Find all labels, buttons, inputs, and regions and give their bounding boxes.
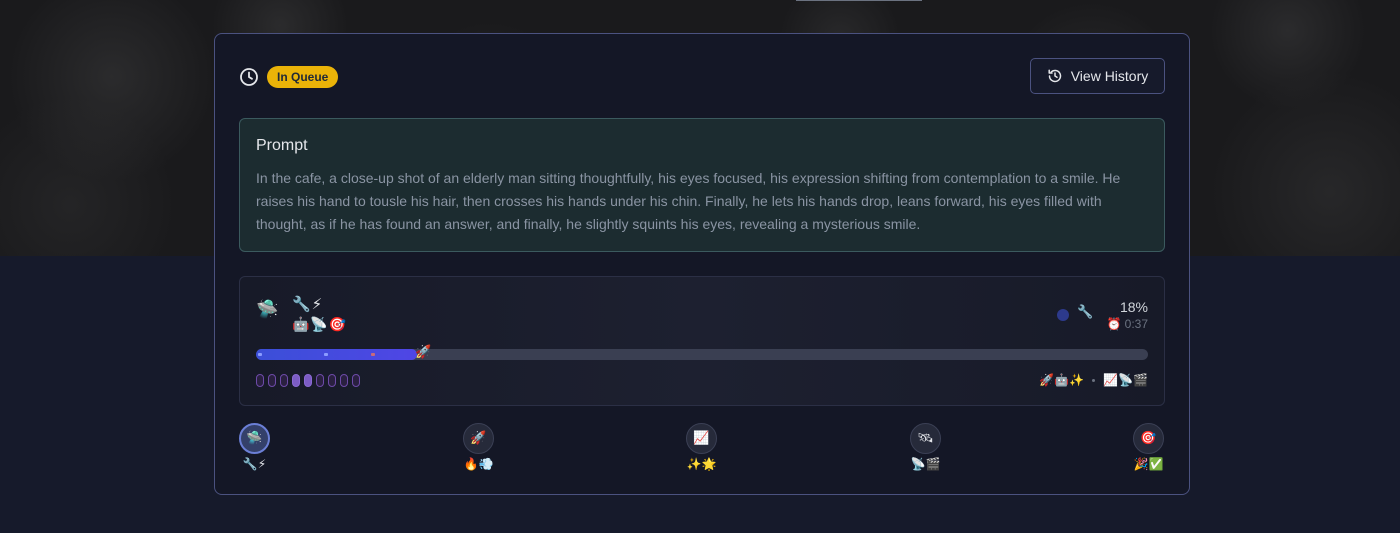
fill-spark: [324, 353, 328, 356]
stage-pill: [340, 374, 348, 387]
upcoming-icons-a: 🚀🤖✨: [1039, 373, 1085, 387]
wrench-icon: 🔧: [1077, 305, 1094, 320]
stage-step-icon: 🚀: [463, 423, 494, 454]
tools-icons-secondary: 🤖📡🎯: [292, 317, 348, 333]
activity-dot: [1057, 309, 1069, 321]
fill-spark: [258, 353, 262, 356]
prompt-box: Prompt In the cafe, a close-up shot of a…: [239, 118, 1165, 252]
stage-step[interactable]: 🛸 🔧⚡: [239, 423, 270, 471]
status-row: In Queue: [239, 65, 339, 89]
separator-dot: [1092, 378, 1096, 382]
stage-step-sub-icons: ✨🌟: [686, 457, 717, 471]
stage-step-icon: 📈: [686, 423, 717, 454]
stage-step-sub-icons: 🎉✅: [1133, 457, 1164, 471]
status-badge: In Queue: [267, 66, 339, 88]
stage-pill: [316, 374, 324, 387]
stage-pill: [304, 374, 312, 387]
stage-pill: [280, 374, 288, 387]
stage-step[interactable]: 🎯 🎉✅: [1133, 423, 1164, 471]
stage-step-sub-icons: 📡🎬: [910, 457, 941, 471]
tools-icons-primary: 🔧⚡: [292, 295, 324, 313]
clock-icon: [239, 67, 259, 87]
generation-card: In Queue View History Prompt In the cafe…: [214, 33, 1190, 495]
history-icon: [1047, 68, 1063, 84]
prompt-text: In the cafe, a close-up shot of an elder…: [256, 170, 1121, 232]
progress-panel: 🛸 🔧⚡ 🤖📡🎯 🔧 18% ⏰ 0:37 🚀 🚀🤖✨ 📈📡🎬: [239, 276, 1165, 406]
fill-spark: [371, 353, 375, 356]
elapsed-time: ⏰ 0:37: [1107, 317, 1148, 331]
stage-pill: [292, 374, 300, 387]
stage-step[interactable]: 🛰 📡🎬: [910, 423, 941, 471]
stage-pill: [256, 374, 264, 387]
stage-step[interactable]: 📈 ✨🌟: [686, 423, 717, 471]
stage-steps: 🛸 🔧⚡ 🚀 🔥💨 📈 ✨🌟 🛰 📡🎬 🎯 🎉✅: [239, 423, 1165, 473]
stage-step-sub-icons: 🔥💨: [463, 457, 494, 471]
prompt-title: Prompt: [256, 137, 308, 154]
view-history-button[interactable]: View History: [1030, 58, 1165, 94]
stage-pill: [268, 374, 276, 387]
upcoming-icons-b: 📈📡🎬: [1103, 373, 1148, 387]
view-history-label: View History: [1070, 68, 1149, 84]
rocket-marker-icon: 🚀: [415, 345, 432, 360]
stage-pill: [352, 374, 360, 387]
alarm-clock-icon: ⏰: [1106, 317, 1122, 331]
top-tab-indicator: [796, 0, 922, 1]
stage-step-icon: 🛰: [910, 423, 941, 454]
progress-track: 🚀: [256, 345, 1148, 360]
stage-step-icon: 🎯: [1133, 423, 1164, 454]
stage-pill: [328, 374, 336, 387]
elapsed-time-label: 0:37: [1124, 317, 1148, 331]
progress-fill: [256, 349, 417, 360]
stage-pills: [256, 374, 360, 387]
upcoming-icons: 🚀🤖✨ 📈📡🎬: [1039, 373, 1148, 387]
stage-step-sub-icons: 🔧⚡: [242, 457, 267, 471]
stage-step[interactable]: 🚀 🔥💨: [463, 423, 494, 471]
stage-step-icon: 🛸: [239, 423, 270, 454]
progress-percent: 18%: [1119, 299, 1148, 315]
ufo-icon: 🛸: [256, 299, 279, 320]
